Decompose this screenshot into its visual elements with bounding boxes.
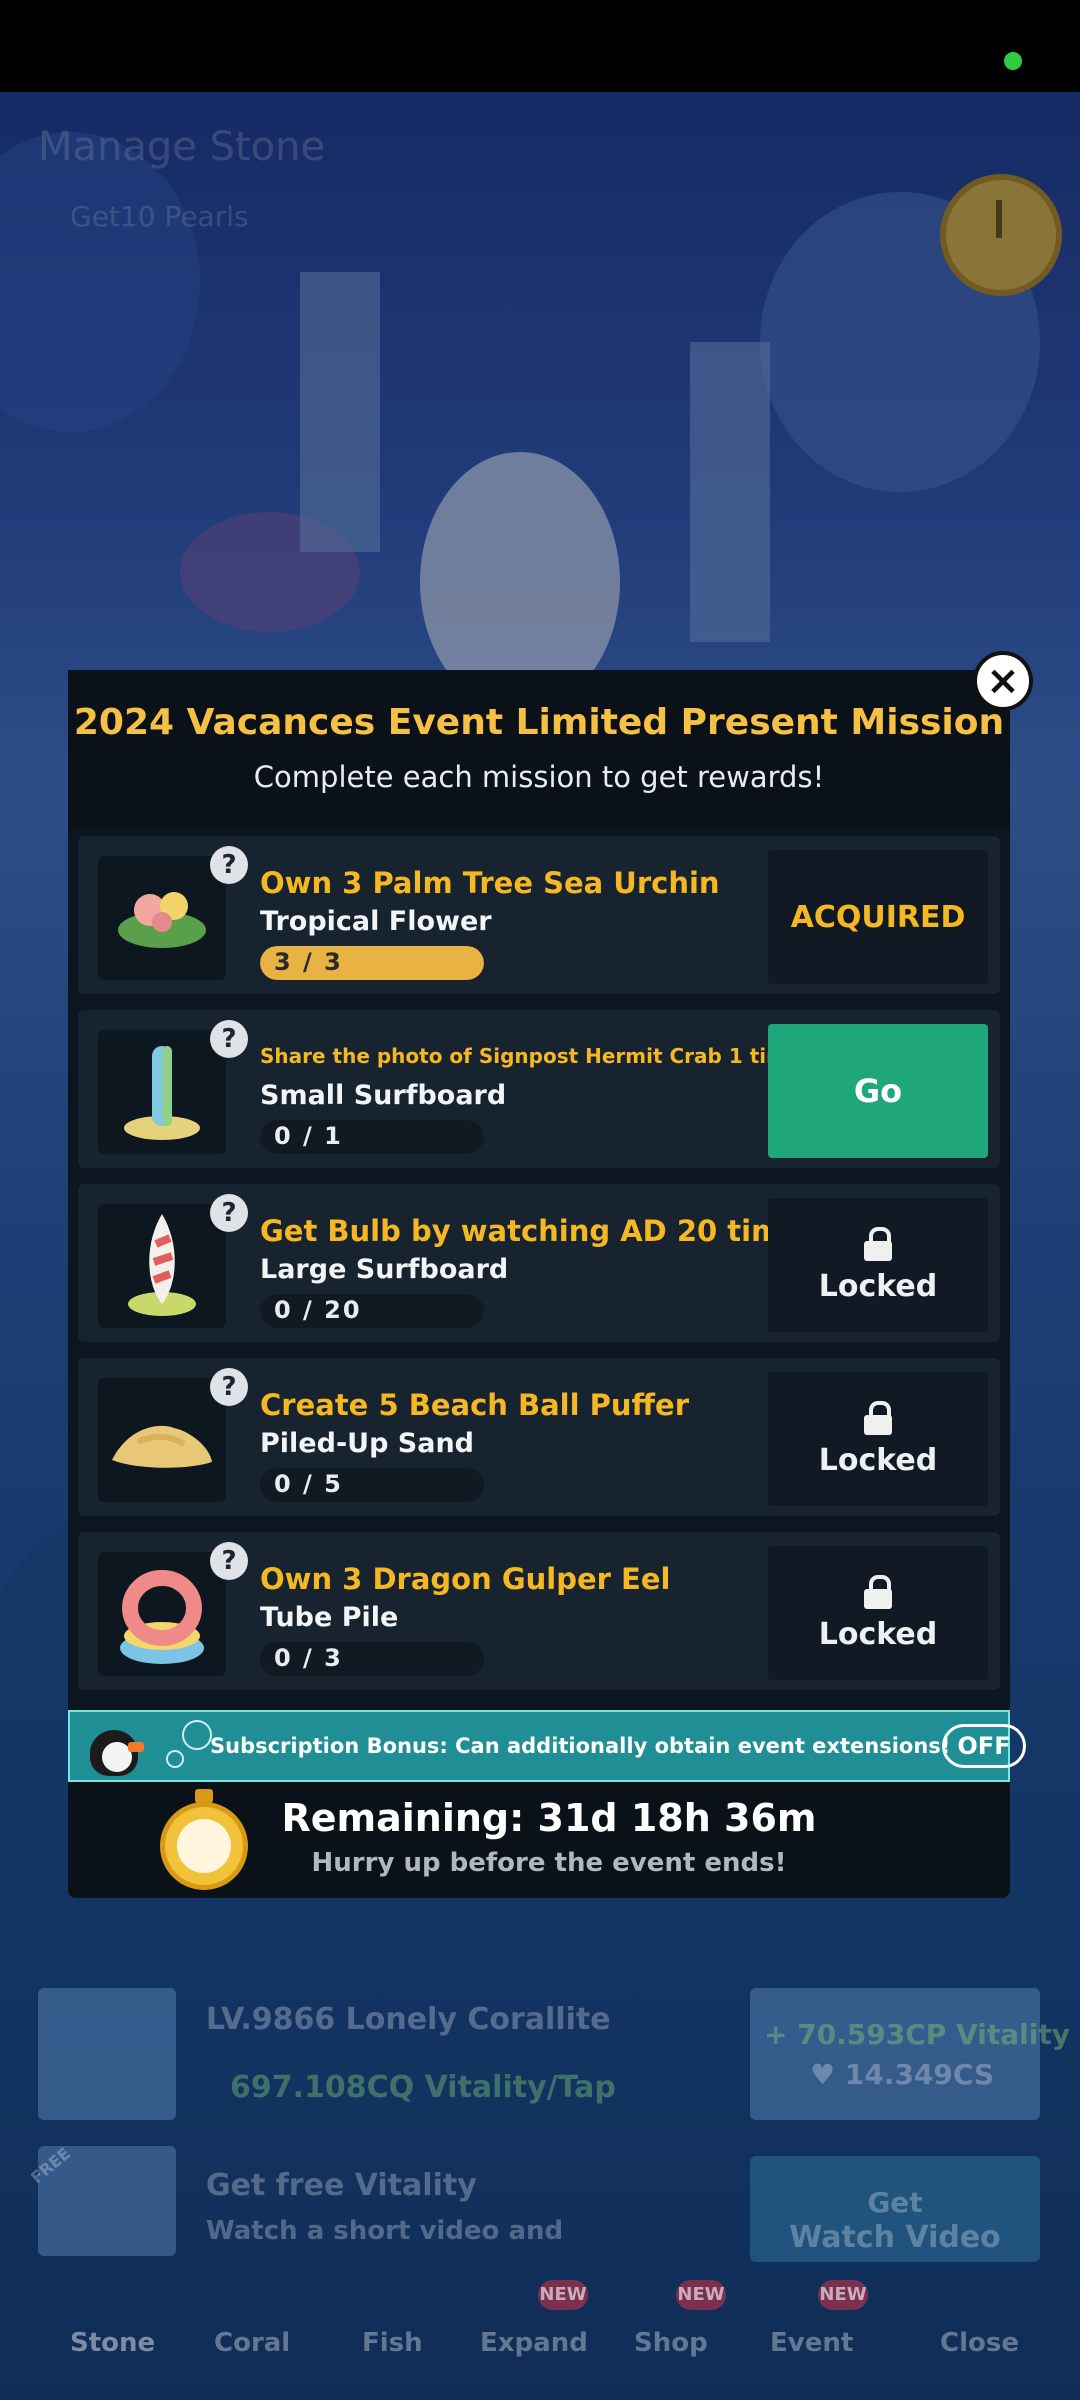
- help-icon[interactable]: ?: [210, 1542, 248, 1580]
- mission-title: Get Bulb by watching AD 20 times.: [260, 1214, 830, 1248]
- locked-status: Locked: [768, 1546, 988, 1680]
- dialog-subtitle: Complete each mission to get rewards!: [253, 760, 825, 794]
- bubble-icon: [182, 1720, 212, 1750]
- free-vitality-desc: Watch a short video and: [206, 2216, 564, 2246]
- nav-fish[interactable]: Fish: [362, 2328, 423, 2358]
- mission-row: ? Create 5 Beach Ball Puffer Piled-Up Sa…: [78, 1358, 1000, 1516]
- mission-title: Create 5 Beach Ball Puffer: [260, 1388, 690, 1422]
- small-surfboard-icon: [98, 1030, 226, 1154]
- new-badge-expand: NEW: [538, 2280, 588, 2310]
- mission-row: ? Get Bulb by watching AD 20 times. Larg…: [78, 1184, 1000, 1342]
- large-surfboard-icon: [98, 1204, 226, 1328]
- help-icon[interactable]: ?: [210, 1194, 248, 1232]
- nav-event[interactable]: Event: [770, 2328, 853, 2358]
- event-timer: Remaining: 31d 18h 36m Hurry up before t…: [68, 1782, 1010, 1898]
- acquired-label: ACQUIRED: [790, 899, 966, 935]
- mission-progress-bar: 0 / 20: [260, 1294, 484, 1328]
- lock-icon: [864, 1400, 892, 1435]
- locked-label: Locked: [818, 1442, 938, 1478]
- progress-text: 0 / 5: [274, 1470, 343, 1498]
- dialog-title: 2024 Vacances Event Limited Present Miss…: [73, 702, 1005, 743]
- puffin-icon: [78, 1716, 150, 1778]
- tube-pile-icon: [98, 1552, 226, 1676]
- mission-progress-bar: 0 / 3: [260, 1642, 484, 1676]
- mission-row: ? Own 3 Palm Tree Sea Urchin Tropical Fl…: [78, 836, 1000, 994]
- mission-title: Own 3 Dragon Gulper Eel: [260, 1562, 671, 1596]
- mission-reward: Tube Pile: [260, 1602, 399, 1633]
- mission-dialog: 2024 Vacances Event Limited Present Miss…: [68, 670, 1026, 1898]
- mission-reward: Small Surfboard: [260, 1080, 507, 1111]
- mission-reward: Piled-Up Sand: [260, 1428, 475, 1459]
- go-button[interactable]: Go: [768, 1024, 988, 1158]
- free-vitality-title: Get free Vitality: [206, 2168, 477, 2203]
- nav-close[interactable]: Close: [940, 2328, 1019, 2358]
- piled-up-sand-icon: [98, 1378, 226, 1502]
- subscription-toggle[interactable]: OFF: [942, 1724, 1026, 1768]
- lock-icon: [864, 1574, 892, 1609]
- help-icon[interactable]: ?: [210, 1020, 248, 1058]
- nav-coral[interactable]: Coral: [214, 2328, 290, 2358]
- nav-expand[interactable]: Expand: [480, 2328, 588, 2358]
- cs-value: ♥ 14.349CS: [810, 2058, 995, 2091]
- locked-label: Locked: [818, 1616, 938, 1652]
- mission-title: Share the photo of Signpost Hermit Crab …: [260, 1044, 801, 1068]
- stone-level-name: LV.9866 Lonely Corallite: [206, 2002, 611, 2037]
- new-badge-shop: NEW: [676, 2280, 726, 2310]
- progress-text: 3 / 3: [274, 948, 343, 976]
- dialog-header: 2024 Vacances Event Limited Present Miss…: [68, 670, 1010, 830]
- subscription-text: Subscription Bonus: Can additionally obt…: [210, 1734, 951, 1758]
- mission-row: ? Own 3 Dragon Gulper Eel Tube Pile 0 / …: [78, 1532, 1000, 1690]
- hurry-text: Hurry up before the event ends!: [311, 1848, 787, 1878]
- locked-status: Locked: [768, 1372, 988, 1506]
- nav-shop[interactable]: Shop: [634, 2328, 708, 2358]
- cp-vitality-panel[interactable]: [750, 1988, 1040, 2120]
- privacy-indicator-icon: [1004, 52, 1022, 70]
- remaining-time: Remaining: 31d 18h 36m: [281, 1796, 817, 1840]
- progress-text: 0 / 20: [274, 1296, 362, 1324]
- mission-reward: Large Surfboard: [260, 1254, 509, 1285]
- mission-title: Own 3 Palm Tree Sea Urchin: [260, 866, 720, 900]
- help-icon[interactable]: ?: [210, 846, 248, 884]
- locked-label: Locked: [818, 1268, 938, 1304]
- lock-icon: [864, 1226, 892, 1261]
- get-label: Get: [867, 2186, 923, 2219]
- status-bar: [0, 0, 1080, 92]
- new-badge-event: NEW: [818, 2280, 868, 2310]
- progress-text: 0 / 1: [274, 1122, 343, 1150]
- locked-status: Locked: [768, 1198, 988, 1332]
- mission-progress-bar: 3 / 3: [260, 946, 484, 980]
- stone-thumbnail: [38, 1988, 176, 2120]
- bubble-icon: [166, 1750, 184, 1768]
- mission-row: ? Share the photo of Signpost Hermit Cra…: [78, 1010, 1000, 1168]
- progress-text: 0 / 3: [274, 1644, 343, 1672]
- mission-progress-bar: 0 / 1: [260, 1120, 484, 1154]
- mission-reward: Tropical Flower: [260, 906, 492, 937]
- mission-progress-bar: 0 / 5: [260, 1468, 484, 1502]
- acquired-status: ACQUIRED: [768, 850, 988, 984]
- close-button[interactable]: ×: [973, 651, 1033, 711]
- help-icon[interactable]: ?: [210, 1368, 248, 1406]
- cp-vitality: + 70.593CP Vitality: [764, 2018, 1070, 2051]
- tropical-flower-icon: [98, 856, 226, 980]
- watch-video-label: Watch Video: [789, 2220, 1001, 2255]
- nav-stone[interactable]: Stone: [70, 2328, 155, 2358]
- subscription-bonus-bar: Subscription Bonus: Can additionally obt…: [68, 1710, 1026, 1782]
- vitality-per-tap: 697.108CQ Vitality/Tap: [230, 2070, 616, 2105]
